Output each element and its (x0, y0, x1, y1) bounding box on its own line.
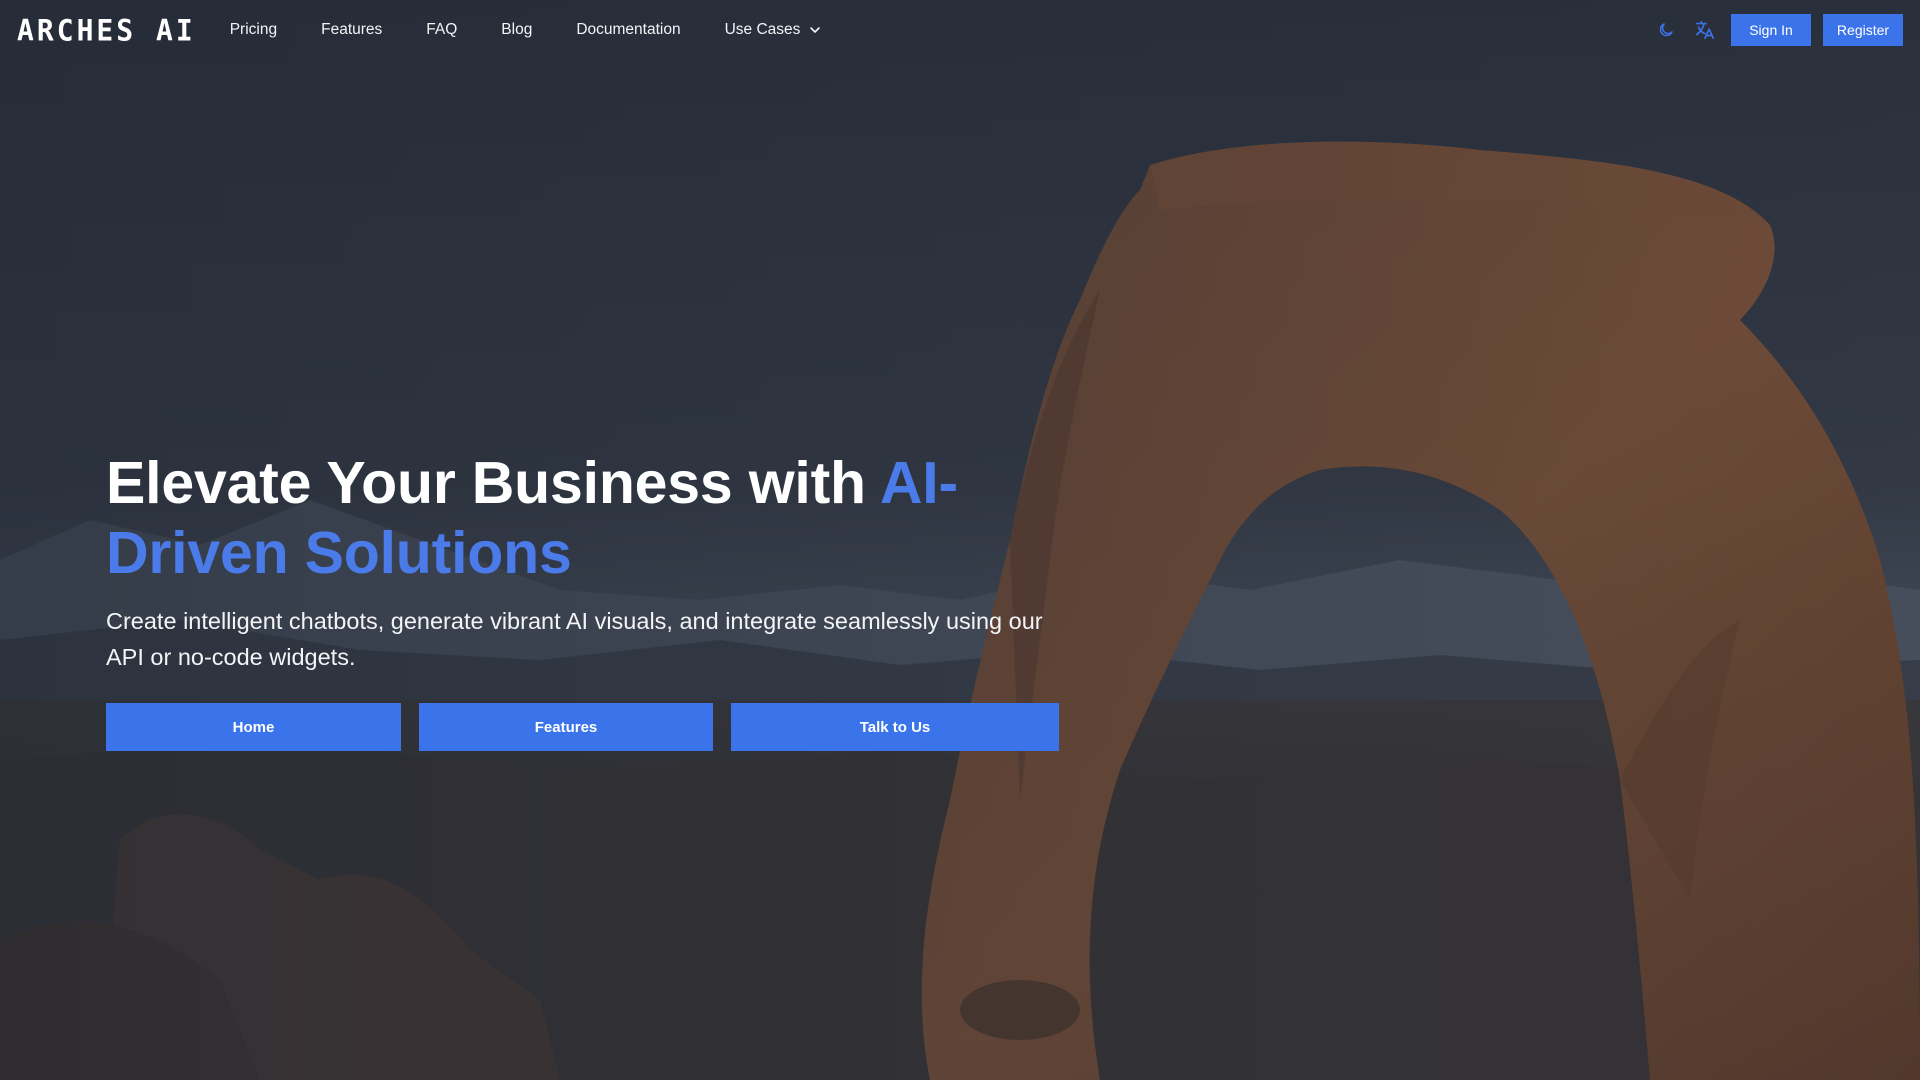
nav-link-documentation[interactable]: Documentation (576, 21, 680, 39)
nav-link-faq[interactable]: FAQ (426, 21, 457, 39)
hero-title: Elevate Your Business with AI-Driven Sol… (106, 448, 1066, 588)
nav-links: Pricing Features FAQ Blog Documentation … (230, 21, 844, 39)
home-button[interactable]: Home (106, 703, 401, 751)
register-button[interactable]: Register (1823, 14, 1903, 46)
nav-link-features[interactable]: Features (321, 21, 382, 39)
nav-dropdown-label: Use Cases (724, 21, 801, 38)
moon-icon[interactable] (1652, 16, 1680, 44)
nav-link-blog[interactable]: Blog (501, 21, 532, 39)
nav-dropdown-use-cases[interactable]: Use Cases (725, 21, 822, 39)
features-button[interactable]: Features (419, 703, 713, 751)
sign-in-button[interactable]: Sign In (1731, 14, 1811, 46)
nav-actions: Sign In Register (1652, 14, 1903, 46)
top-navbar: ARCHES AI Pricing Features FAQ Blog Docu… (0, 0, 1920, 60)
hero-section: Elevate Your Business with AI-Driven Sol… (106, 448, 1066, 751)
hero-actions: Home Features Talk to Us (106, 703, 1066, 751)
chevron-down-icon (809, 24, 821, 36)
hero-title-plain: Elevate Your Business with (106, 450, 880, 516)
nav-link-pricing[interactable]: Pricing (230, 21, 277, 39)
translate-icon[interactable] (1691, 16, 1719, 44)
talk-to-us-button[interactable]: Talk to Us (731, 703, 1059, 751)
brand-logo[interactable]: ARCHES AI (17, 13, 196, 48)
hero-subtitle: Create intelligent chatbots, generate vi… (106, 608, 1043, 670)
